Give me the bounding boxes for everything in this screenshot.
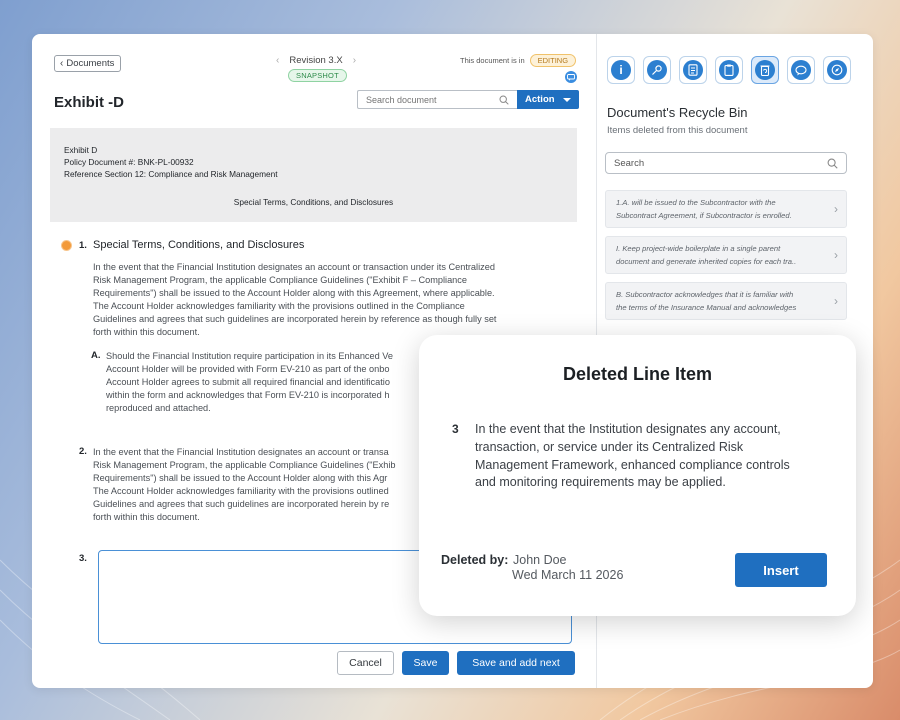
cancel-button[interactable]: Cancel [337, 651, 394, 675]
chevron-left-icon: ‹ [60, 58, 64, 69]
search-icon [499, 94, 509, 105]
warning-icon[interactable] [61, 240, 72, 251]
deleted-by-label: Deleted by: [441, 553, 509, 567]
clipboard-tool-button[interactable] [715, 56, 743, 84]
section-heading: Special Terms, Conditions, and Disclosur… [93, 239, 305, 251]
action-dropdown-button[interactable]: Action [517, 90, 579, 109]
deleted-item-number: 3 [452, 422, 459, 436]
info-tool-button[interactable]: i [607, 56, 635, 84]
action-label: Action [525, 94, 555, 105]
document-icon [683, 60, 703, 80]
document-search-input[interactable] [366, 94, 486, 105]
document-tool-button[interactable] [679, 56, 707, 84]
snapshot-badge: SNAPSHOT [288, 69, 347, 82]
section-number: A. [91, 350, 101, 361]
save-and-add-next-button[interactable]: Save and add next [457, 651, 575, 675]
recycle-bin-icon [755, 60, 775, 80]
caret-down-icon [563, 97, 571, 102]
section-number: 2. [79, 446, 87, 457]
back-to-documents-button[interactable]: ‹ Documents [54, 55, 122, 72]
section-2-body[interactable]: In the event that the Financial Institut… [93, 446, 396, 523]
comments-tool-button[interactable] [787, 56, 815, 84]
chevron-right-icon: › [834, 294, 838, 308]
document-search[interactable] [357, 90, 517, 109]
save-button[interactable]: Save [402, 651, 449, 675]
previous-revision-icon[interactable]: ‹ [276, 55, 279, 66]
recycle-bin-tool-button[interactable] [751, 56, 779, 84]
compass-tool-button[interactable] [823, 56, 851, 84]
deleted-line-item-popover: Deleted Line Item 3 In the event that th… [419, 335, 856, 616]
key-tool-button[interactable] [643, 56, 671, 84]
recycle-bin-search[interactable]: Search [605, 152, 847, 174]
deleted-date: Wed March 11 2026 [512, 568, 624, 582]
insert-button[interactable]: Insert [735, 553, 827, 587]
revision-switcher: ‹ Revision 3.X › [276, 55, 356, 66]
document-header-block: Exhibit D Policy Document #: BNK-PL-0093… [50, 128, 577, 222]
doc-header-line: Reference Section 12: Compliance and Ris… [64, 169, 278, 179]
doc-header-center: Special Terms, Conditions, and Disclosur… [233, 197, 394, 207]
doc-header-line: Policy Document #: BNK-PL-00932 [64, 157, 194, 167]
doc-header-line: Exhibit D [64, 145, 98, 155]
deleted-by-name: John Doe [513, 553, 567, 567]
search-icon [827, 158, 838, 169]
status-prefix: This document is in [460, 56, 525, 65]
clipboard-icon [719, 60, 739, 80]
section-a-body[interactable]: Should the Financial Institution require… [106, 350, 393, 415]
editing-badge: EDITING [529, 54, 577, 67]
next-revision-icon[interactable]: › [353, 55, 356, 66]
document-status: This document is in EDITING [460, 54, 577, 67]
recycle-search-placeholder: Search [614, 157, 645, 169]
modal-title: Deleted Line Item [562, 364, 713, 384]
info-icon: i [611, 60, 631, 80]
deleted-item-text: In the event that the Institution design… [475, 422, 790, 490]
recycle-bin-item[interactable]: B. Subcontractor acknowledges that it is… [605, 282, 847, 320]
compass-icon [827, 60, 847, 80]
chevron-right-icon: › [834, 248, 838, 262]
back-button-label: Documents [66, 58, 115, 69]
revision-label: Revision 3.X [289, 55, 343, 66]
section-1-body[interactable]: In the event that the Financial Institut… [93, 261, 496, 338]
recycle-bin-title: Document's Recycle Bin [607, 105, 748, 120]
recycle-bin-subtitle: Items deleted from this document [607, 125, 748, 136]
recycle-bin-item[interactable]: 1.A. will be issued to the Subcontractor… [605, 190, 847, 228]
panel-toolbar: i [607, 56, 851, 84]
section-number: 3. [79, 553, 87, 564]
page-title: Exhibit -D [54, 94, 124, 111]
section-number: 1. [79, 240, 87, 251]
key-icon [647, 60, 667, 80]
comments-icon[interactable] [565, 71, 577, 83]
chat-icon [791, 60, 811, 80]
recycle-bin-item[interactable]: I. Keep project-wide boilerplate in a si… [605, 236, 847, 274]
chevron-right-icon: › [834, 202, 838, 216]
